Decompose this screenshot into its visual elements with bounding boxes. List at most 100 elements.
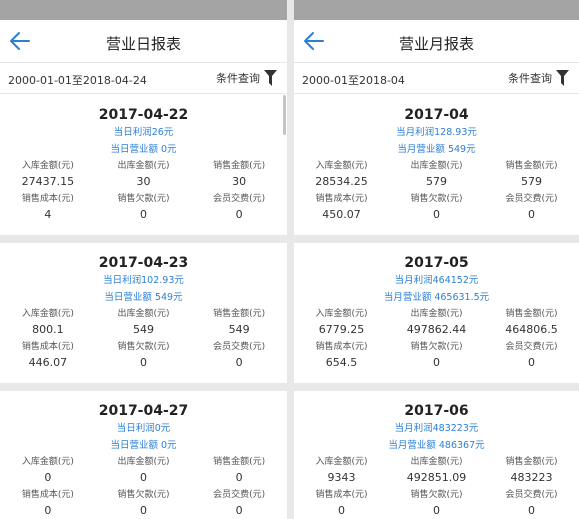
metric-cell: 销售金额(元) 549	[191, 308, 287, 339]
metric-label: 入库金额(元)	[21, 309, 74, 319]
metric-value: 579	[426, 175, 447, 188]
revenue-text: 当月营业额 549元	[397, 144, 476, 155]
metric-label: 入库金额(元)	[21, 457, 74, 467]
page-title: 营业月报表	[398, 35, 474, 53]
metric-label: 销售欠款(元)	[410, 490, 463, 500]
metric-cell: 销售欠款(元) 0	[389, 489, 484, 519]
metric-cell: 销售金额(元) 579	[484, 160, 579, 191]
revenue-text: 当日营业额 0元	[110, 144, 177, 155]
metric-value: 0	[139, 504, 147, 517]
metric-label: 销售成本(元)	[315, 342, 368, 352]
metric-label: 入库金额(元)	[315, 457, 368, 467]
metric-value: 483223	[510, 471, 553, 484]
metric-label: 出库金额(元)	[410, 161, 463, 171]
profit-text: 当日利润102.93元	[103, 275, 184, 286]
metric-value: 0	[433, 208, 440, 221]
metric-cell: 出库金额(元) 0	[96, 456, 192, 487]
metric-label: 会员交费(元)	[213, 490, 266, 500]
report-card[interactable]: 2017-05 当月利润464152元 当月营业额 465631.5元 入库金额(元)…	[294, 243, 579, 383]
filter-label: 条件查询	[508, 72, 552, 85]
metrics-row: 销售成本(元) 446.07 销售欠款(元) 0 会员交费(元) 0	[0, 341, 287, 372]
card-date: 2017-04-27	[98, 403, 189, 419]
filter-label: 条件查询	[216, 72, 260, 85]
metric-value: 0	[139, 471, 147, 484]
metric-value: 492851.09	[406, 471, 467, 484]
card-date: 2017-04	[404, 107, 469, 123]
profit-text: 当日利润0元	[116, 423, 171, 434]
metric-label: 销售成本(元)	[315, 194, 368, 204]
report-card[interactable]: 2017-04-22 当日利润26元 当日营业额 0元 入库金额(元) 27437.15…	[0, 95, 287, 235]
metric-value: 0	[235, 208, 243, 221]
metric-label: 销售成本(元)	[21, 490, 74, 500]
metrics-row: 入库金额(元) 0 出库金额(元) 0 销售金额(元) 0	[0, 456, 287, 487]
metric-cell: 会员交费(元) 0	[191, 489, 287, 519]
metric-value: 0	[139, 356, 147, 369]
daily-report-panel: 营业日报表 2000-01-01至2018-04-24 条件查询 2017-04…	[0, 0, 287, 519]
metric-cell: 入库金额(元) 27437.15	[0, 160, 96, 191]
date-range[interactable]: 2000-01-01至2018-04-24	[8, 72, 147, 88]
metric-label: 销售金额(元)	[505, 457, 558, 467]
metric-label: 入库金额(元)	[315, 309, 368, 319]
metric-cell: 销售金额(元) 0	[191, 456, 287, 487]
metric-value: 0	[433, 356, 440, 369]
metric-label: 销售金额(元)	[505, 161, 558, 171]
report-card[interactable]: 2017-06 当月利润483223元 当月营业额 486367元 入库金额(元) 93…	[294, 391, 579, 519]
date-range[interactable]: 2000-01至2018-04	[302, 72, 405, 88]
status-bar	[294, 0, 579, 20]
scrollbar[interactable]	[283, 95, 286, 135]
daily-report-list[interactable]: 2017-04-22 当日利润26元 当日营业额 0元 入库金额(元) 27437.15…	[0, 95, 287, 519]
metric-cell: 会员交费(元) 0	[484, 489, 579, 519]
metric-label: 会员交费(元)	[505, 342, 558, 352]
metric-label: 出库金额(元)	[410, 309, 463, 319]
metric-cell: 销售金额(元) 30	[191, 160, 287, 191]
metric-value: 0	[139, 208, 147, 221]
metrics-row: 入库金额(元) 800.1 出库金额(元) 549 销售金额(元) 549	[0, 308, 287, 339]
metric-cell: 销售欠款(元) 0	[96, 489, 192, 519]
report-card[interactable]: 2017-04-27 当日利润0元 当日营业额 0元 入库金额(元) 0 出库金额(元) 0…	[0, 391, 287, 519]
metric-cell: 入库金额(元) 800.1	[0, 308, 96, 339]
page-title: 营业日报表	[105, 35, 181, 53]
metric-label: 会员交费(元)	[213, 342, 266, 352]
metric-label: 销售欠款(元)	[117, 194, 170, 204]
status-bar	[0, 0, 287, 20]
monthly-report-list[interactable]: 2017-04 当月利润128.93元 当月营业额 549元 入库金额(元) 28534…	[294, 95, 579, 519]
metrics-row: 入库金额(元) 28534.25 出库金额(元) 579 销售金额(元) 579	[294, 160, 579, 191]
card-date: 2017-04-23	[98, 255, 189, 271]
filter-button[interactable]: 条件查询	[216, 68, 277, 88]
filter-button[interactable]: 条件查询	[508, 68, 569, 88]
funnel-icon	[264, 70, 277, 86]
metric-label: 销售欠款(元)	[410, 194, 463, 204]
metric-value: 549	[132, 323, 154, 336]
metrics-row: 入库金额(元) 9343 出库金额(元) 492851.09 销售金额(元) 483223	[294, 456, 579, 487]
metric-label: 出库金额(元)	[117, 161, 170, 171]
metrics-row: 入库金额(元) 27437.15 出库金额(元) 30 销售金额(元) 30	[0, 160, 287, 191]
revenue-text: 当日营业额 549元	[104, 292, 183, 303]
metric-cell: 会员交费(元) 0	[191, 193, 287, 224]
title-bar: 营业日报表	[0, 20, 287, 62]
metric-cell: 销售金额(元) 464806.5	[484, 308, 579, 339]
metric-cell: 销售成本(元) 446.07	[0, 341, 96, 372]
metric-label: 销售欠款(元)	[117, 490, 170, 500]
filter-bar: 2000-01-01至2018-04-24 条件查询	[0, 62, 287, 94]
metric-cell: 出库金额(元) 579	[389, 160, 484, 191]
metric-cell: 会员交费(元) 0	[191, 341, 287, 372]
metric-value: 497862.44	[406, 323, 467, 336]
metric-cell: 入库金额(元) 9343	[294, 456, 389, 487]
metric-value: 4	[44, 208, 52, 221]
metrics-row: 入库金额(元) 6779.25 出库金额(元) 497862.44 销售金额(元) 464…	[294, 308, 579, 339]
metric-cell: 会员交费(元) 0	[484, 341, 579, 372]
panel-divider	[287, 0, 294, 519]
profit-text: 当月利润464152元	[394, 275, 479, 286]
metric-value: 0	[235, 504, 243, 517]
metric-value: 30	[232, 175, 247, 188]
metric-cell: 销售成本(元) 450.07	[294, 193, 389, 224]
metric-label: 销售成本(元)	[315, 490, 368, 500]
metric-label: 销售欠款(元)	[410, 342, 463, 352]
report-card[interactable]: 2017-04-23 当日利润102.93元 当日营业额 549元 入库金额(元) 80…	[0, 243, 287, 383]
metric-cell: 销售成本(元) 0	[294, 489, 389, 519]
metric-label: 出库金额(元)	[117, 309, 170, 319]
card-date: 2017-05	[404, 255, 469, 271]
card-date: 2017-06	[404, 403, 469, 419]
report-card[interactable]: 2017-04 当月利润128.93元 当月营业额 549元 入库金额(元) 28534…	[294, 95, 579, 235]
metric-label: 入库金额(元)	[21, 161, 74, 171]
